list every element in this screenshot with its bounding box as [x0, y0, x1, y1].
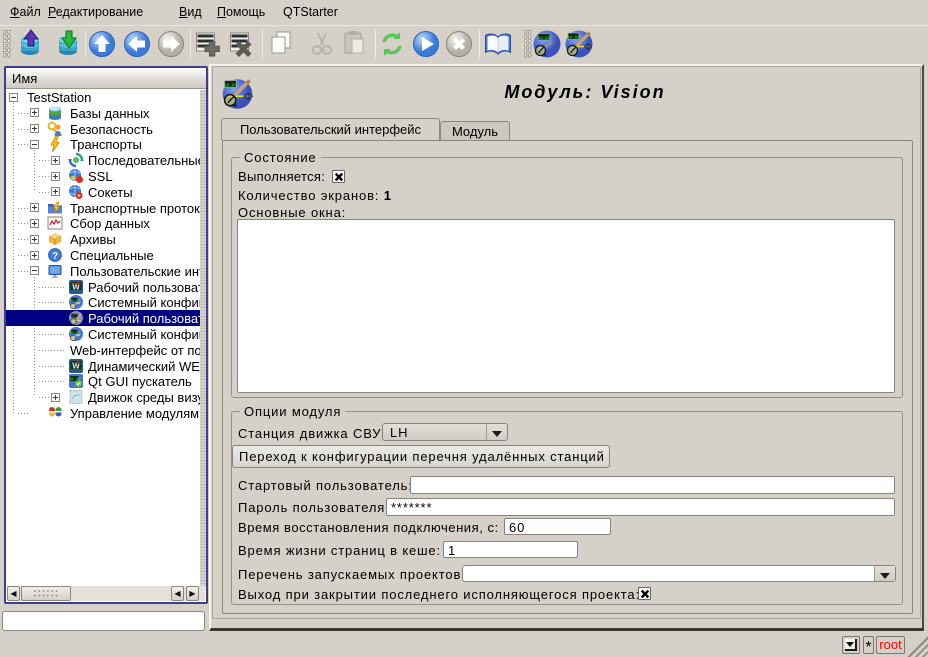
svg-text:?: ?: [52, 251, 58, 262]
svg-text:10.95: 10.95: [538, 37, 551, 41]
svg-text:10.95: 10.95: [224, 83, 238, 88]
svg-text:10.95: 10.95: [567, 36, 580, 40]
